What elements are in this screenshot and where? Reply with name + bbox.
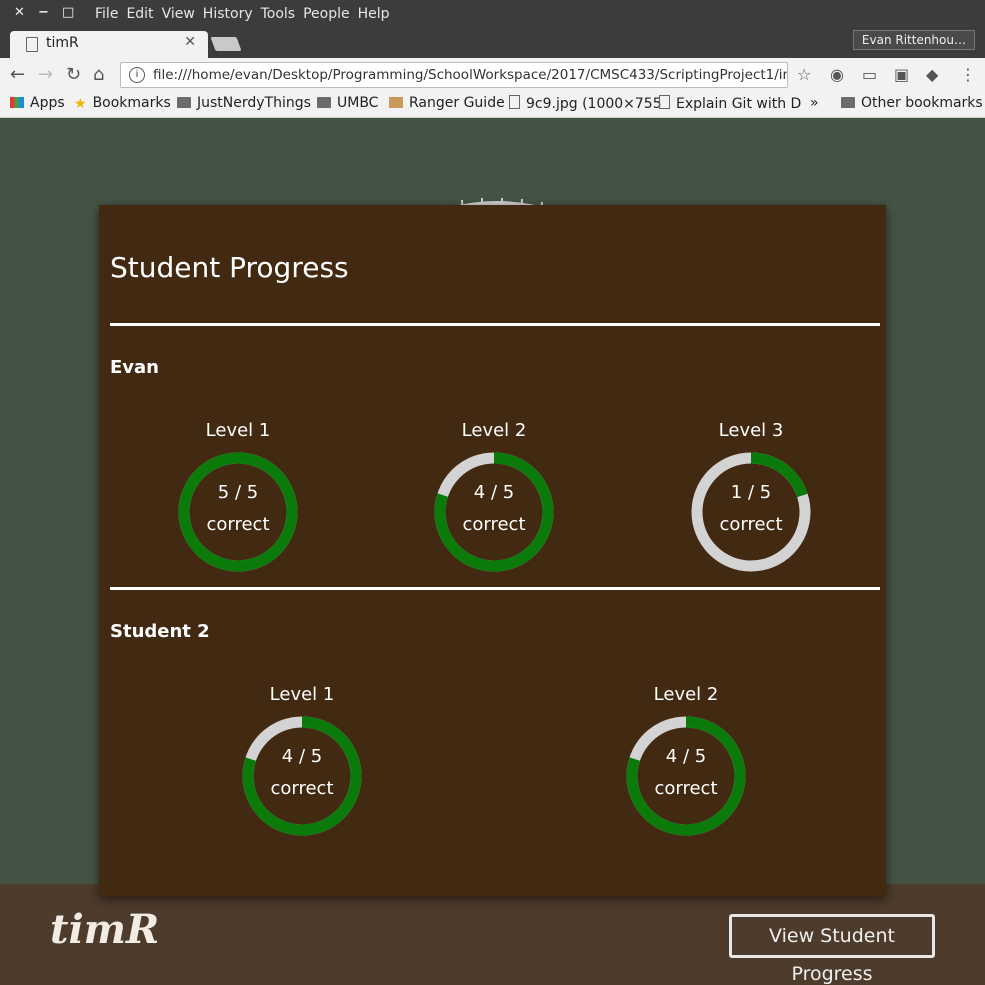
view-student-progress-button[interactable]: View Student Progress (729, 914, 935, 985)
menu-history[interactable]: History (203, 6, 253, 22)
bookmark-star-icon[interactable]: ☆ (797, 65, 811, 84)
ranger-favicon-icon (389, 97, 403, 108)
close-window-icon[interactable]: ✕ (14, 5, 25, 20)
browser-toolbar: ← → ↻ ⌂ i file:///home/evan/Desktop/Progr… (0, 58, 985, 92)
student-name: Evan (110, 357, 159, 378)
student-name: Student 2 (110, 621, 210, 642)
menu-file[interactable]: File (95, 6, 118, 22)
tab-strip: timR ✕ Evan Rittenhou… (0, 30, 985, 58)
bookmark-apps[interactable]: Apps (10, 95, 65, 111)
bookmarks-bar: Apps ★ Bookmarks JustNerdyThings UMBC Ran… (0, 92, 985, 118)
score-text: 4 / 5 correct (270, 746, 334, 799)
level-progress-gauge: Level 2 4 / 5 correct (429, 420, 559, 577)
level-progress-gauge: Level 3 1 / 5 correct (686, 420, 816, 577)
url-text: file:///home/evan/Desktop/Programming/Sc… (153, 67, 788, 83)
bookmark-ranger-guide[interactable]: Ranger Guide (389, 95, 505, 111)
folder-icon (177, 97, 191, 108)
bookmark-explain-git[interactable]: Explain Git with D (659, 95, 801, 112)
bookmarks-overflow-chevron[interactable]: » (810, 95, 819, 111)
maximize-window-icon[interactable]: □ (62, 5, 74, 20)
tab-title: timR (46, 35, 79, 51)
level-label: Level 2 (653, 684, 719, 705)
browser-tab[interactable]: timR ✕ (10, 31, 208, 58)
bookmark-justnerdythings[interactable]: JustNerdyThings (177, 95, 311, 111)
cast-icon[interactable]: ▭ (862, 65, 877, 84)
page-icon (509, 95, 520, 109)
score-text: 4 / 5 correct (654, 746, 718, 799)
site-info-icon[interactable]: i (129, 67, 145, 83)
apps-grid-icon (10, 97, 24, 108)
score-text: 1 / 5 correct (719, 482, 783, 535)
folder-icon (317, 97, 331, 108)
menu-dots-icon[interactable]: ⋮ (960, 65, 976, 84)
folder-icon (841, 97, 855, 108)
window-menubar: ✕ − □ File Edit View History Tools Peopl… (0, 0, 985, 30)
extension-bulb-icon[interactable]: ▣ (894, 65, 909, 84)
level-progress-gauge: Level 1 4 / 5 correct (237, 684, 367, 841)
menu-view[interactable]: View (162, 6, 195, 22)
menu-edit[interactable]: Edit (126, 6, 153, 22)
divider (110, 323, 880, 326)
bookmark-other[interactable]: Other bookmarks (841, 95, 983, 111)
bookmark-9c9[interactable]: 9c9.jpg (1000×755 (509, 95, 662, 112)
menu-tools[interactable]: Tools (261, 6, 296, 22)
score-text: 5 / 5 correct (206, 482, 270, 535)
level-label: Level 1 (205, 420, 271, 441)
level-progress-gauge: Level 2 4 / 5 correct (621, 684, 751, 841)
level-label: Level 3 (718, 420, 784, 441)
back-icon[interactable]: ← (10, 64, 25, 85)
minimize-window-icon[interactable]: − (38, 5, 49, 20)
new-tab-button[interactable] (210, 37, 242, 51)
home-icon[interactable]: ⌂ (93, 64, 104, 85)
page-viewport: timR View Student Progress Student Progr… (0, 118, 985, 985)
level-label: Level 1 (269, 684, 335, 705)
app-footer: timR View Student Progress (0, 884, 985, 985)
timr-logo: timR (50, 906, 160, 953)
menu-help[interactable]: Help (358, 6, 390, 22)
paint-bucket-icon[interactable]: ◆ (926, 65, 938, 84)
star-icon: ★ (74, 96, 87, 112)
bookmark-bookmarks[interactable]: ★ Bookmarks (74, 95, 171, 112)
score-text: 4 / 5 correct (462, 482, 526, 535)
page-icon (659, 95, 670, 109)
page-icon (26, 37, 38, 52)
page-title: Student Progress (110, 251, 349, 284)
profile-button[interactable]: Evan Rittenhou… (852, 30, 975, 50)
level-progress-gauge: Level 1 5 / 5 correct (173, 420, 303, 577)
close-tab-icon[interactable]: ✕ (184, 34, 196, 50)
divider (110, 587, 880, 590)
forward-icon[interactable]: → (38, 64, 53, 85)
menu-people[interactable]: People (303, 6, 350, 22)
student-progress-panel: Student Progress Evan Level 1 5 / 5 corre… (99, 205, 886, 896)
extension-icon[interactable]: ◉ (830, 65, 844, 84)
reload-icon[interactable]: ↻ (66, 64, 81, 85)
level-label: Level 2 (461, 420, 527, 441)
address-bar[interactable]: i file:///home/evan/Desktop/Programming/S… (120, 62, 788, 88)
bookmark-umbc[interactable]: UMBC (317, 95, 378, 111)
